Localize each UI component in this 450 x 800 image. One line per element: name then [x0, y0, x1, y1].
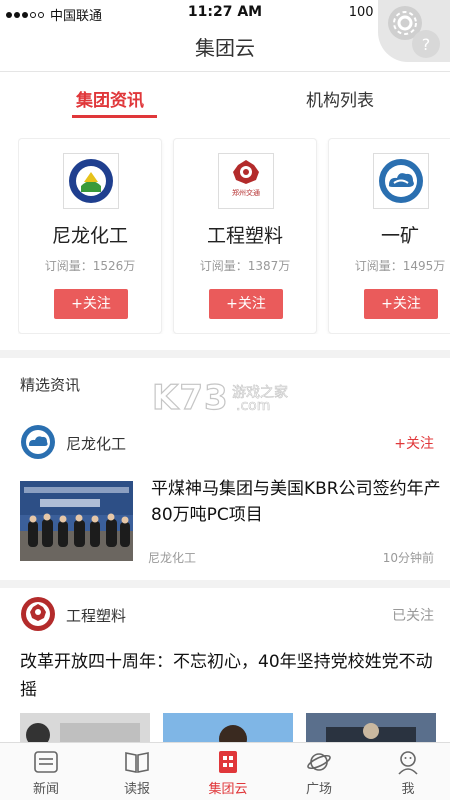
news-icon [33, 749, 59, 775]
nav-label: 广场 [305, 782, 332, 797]
org-name: 尼龙化工 [51, 225, 128, 247]
nav-label: 集团云 [208, 782, 248, 797]
watermark-brand: K73 [151, 377, 229, 418]
group-cloud-icon [215, 749, 241, 775]
section-divider [0, 580, 450, 588]
article-time: 10分钟前 [382, 551, 434, 565]
follow-button[interactable]: +关注 [54, 289, 128, 319]
followed-status[interactable]: 已关注 [392, 605, 434, 625]
org-subscribers: 订阅量：1387万 [199, 259, 291, 273]
article-image-strip[interactable] [20, 713, 450, 743]
transport-emblem-icon: 郑州交通 [218, 153, 274, 209]
source-avatar-icon[interactable] [20, 596, 56, 632]
nav-label: 我 [401, 782, 415, 797]
follow-link[interactable]: +关注 [394, 433, 434, 453]
tab-group-news[interactable]: 集团资讯 [76, 86, 144, 111]
article-thumbnail[interactable] [306, 713, 436, 743]
nav-item-read-paper[interactable]: 读报 [97, 743, 177, 800]
watermark-logo: K73 游戏之家 .com [151, 377, 302, 418]
section-divider [0, 350, 450, 358]
nav-item-me[interactable]: 我 [368, 743, 448, 800]
article-thumbnail[interactable] [20, 713, 150, 743]
article-title[interactable]: 改革开放四十周年：不忘初心，40年坚持党校姓党不动摇 [20, 648, 440, 704]
source-name[interactable]: 工程塑料 [66, 605, 126, 626]
follow-button[interactable]: +关注 [364, 289, 438, 319]
org-card-carousel[interactable]: 尼龙化工 订阅量：1526万 +关注 郑州交通 工程塑料 订阅量：1387万 +… [18, 138, 450, 334]
org-name: 工程塑料 [206, 225, 283, 247]
active-tab-indicator [72, 115, 157, 118]
org-card[interactable]: 郑州交通 工程塑料 订阅量：1387万 +关注 [173, 138, 317, 334]
user-icon [395, 749, 421, 775]
follow-button[interactable]: +关注 [209, 289, 283, 319]
section-title: 精选资讯 [20, 376, 81, 394]
org-card[interactable]: 尼龙化工 订阅量：1526万 +关注 [18, 138, 162, 334]
tab-bar: 集团资讯 机构列表 [0, 78, 450, 122]
watermark-domain: .com [236, 398, 271, 415]
org-subscribers: 订阅量：1526万 [44, 259, 136, 273]
bottom-tab-bar: 新闻 读报 集团云 广场 我 [0, 742, 450, 800]
source-avatar-icon[interactable] [20, 424, 56, 460]
source-name[interactable]: 尼龙化工 [66, 433, 126, 454]
cloud-emblem-icon [373, 153, 429, 209]
org-card[interactable]: 一矿 订阅量：1495万 +关注 [328, 138, 450, 334]
feed-source-row: 尼龙化工 +关注 [20, 424, 440, 464]
nav-item-news[interactable]: 新闻 [6, 743, 86, 800]
article-source: 尼龙化工 [148, 551, 197, 565]
org-name: 一矿 [380, 225, 419, 247]
tab-org-list[interactable]: 机构列表 [306, 86, 374, 111]
newspaper-icon [124, 749, 150, 775]
org-subscribers: 订阅量：1495万 [354, 259, 446, 273]
nav-item-square[interactable]: 广场 [279, 743, 359, 800]
article-thumbnail[interactable] [163, 713, 293, 743]
article-thumbnail[interactable] [20, 481, 133, 561]
header-divider [0, 71, 450, 72]
nav-item-group-cloud[interactable]: 集团云 [188, 743, 268, 800]
logo-caption: 郑州交通 [232, 188, 260, 197]
article-title[interactable]: 平煤神马集团与美国KBR公司签约年产80万吨PC项目 [151, 476, 441, 528]
cloud-emblem-icon [63, 153, 119, 209]
nav-label: 读报 [123, 782, 150, 797]
planet-icon [306, 749, 332, 775]
page-title: 集团云 [195, 36, 255, 60]
feed-source-row: 工程塑料 已关注 [20, 596, 440, 636]
nav-label: 新闻 [32, 782, 59, 797]
